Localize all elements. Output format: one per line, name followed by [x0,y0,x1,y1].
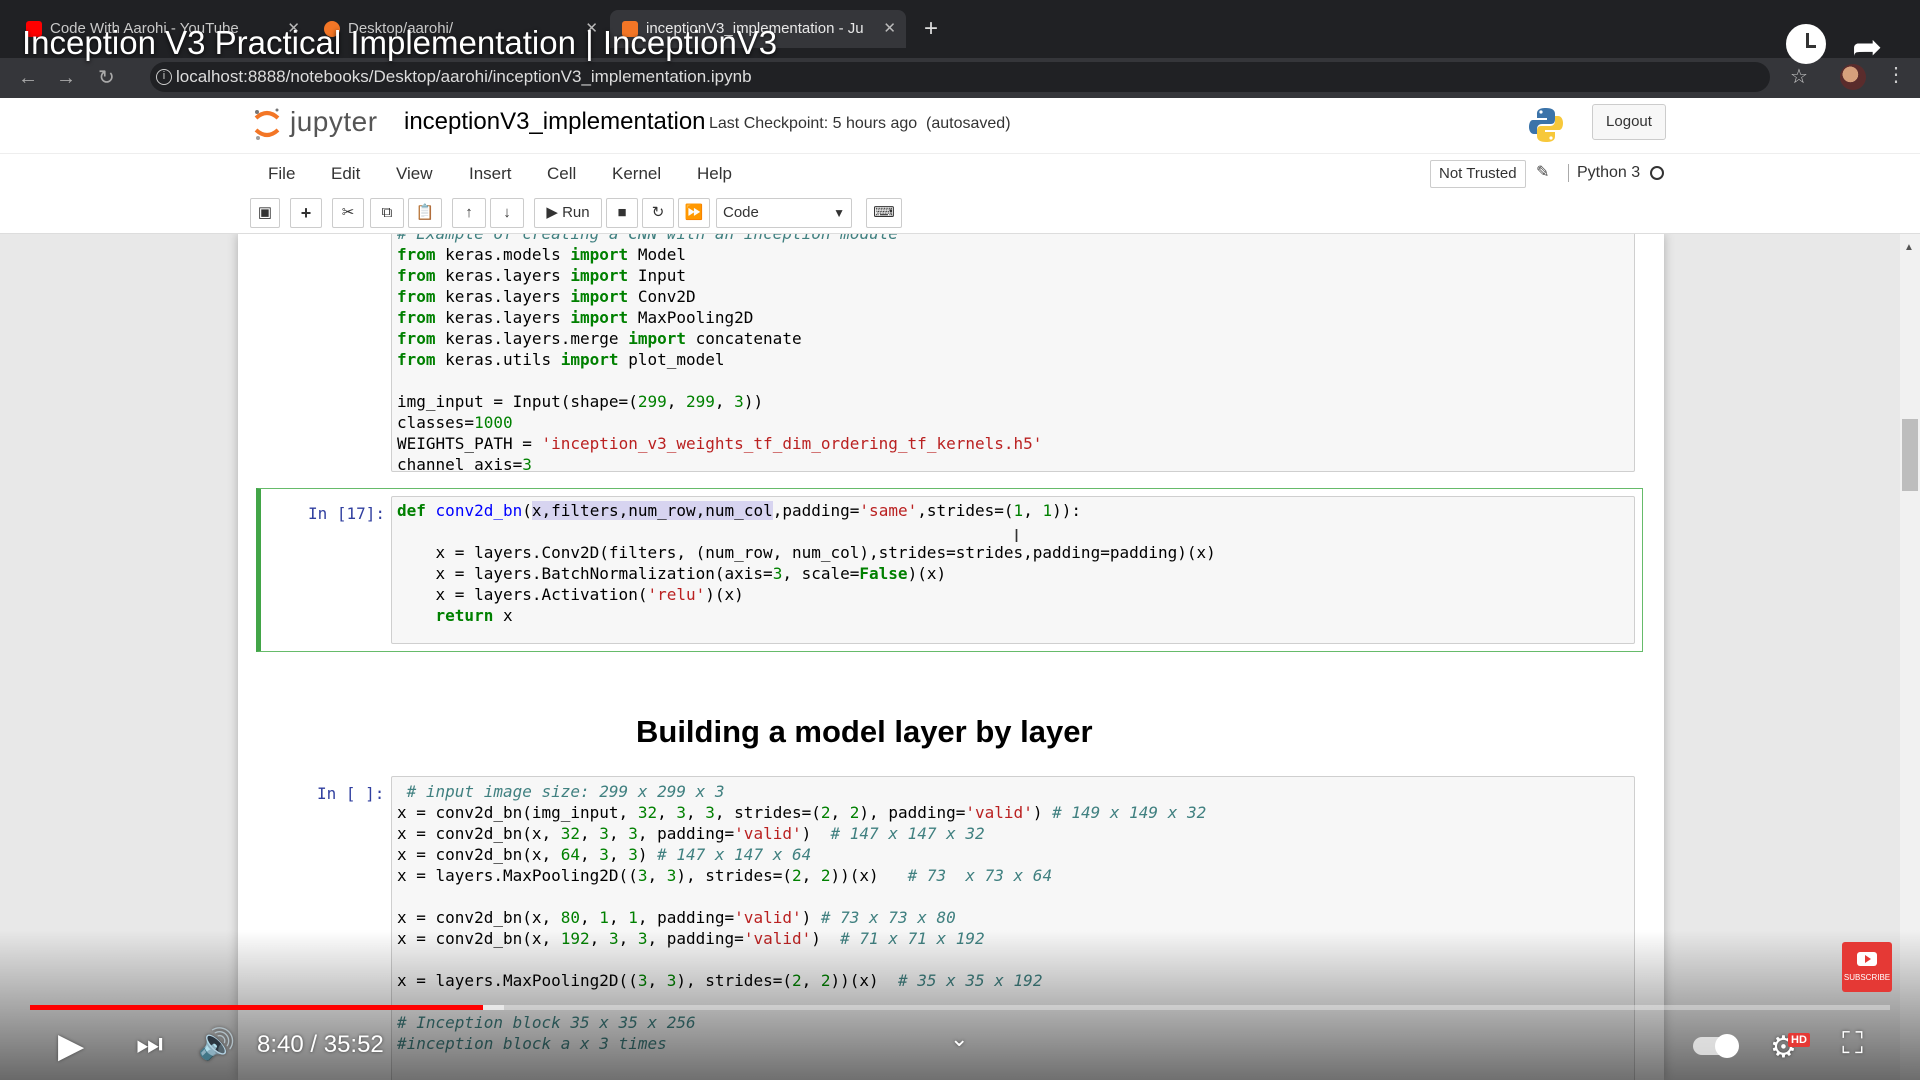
trust-button[interactable]: Not Trusted [1430,160,1526,188]
cell-prompt: In [ ]: [317,784,385,803]
hd-badge: HD [1788,1033,1810,1047]
code-line: channel_axis=3 [397,455,532,472]
menu-file[interactable]: File [268,164,295,184]
menu-help[interactable]: Help [697,164,732,184]
scroll-up-icon[interactable]: ▲ [1904,242,1914,253]
cell-prompt: In [17]: [308,504,386,523]
code-line: x = conv2d_bn(x, 64, 3, 3) # 147 x 147 x… [397,845,812,864]
menu-cell[interactable]: Cell [547,164,576,184]
subscribe-label: SUBSCRIBE [1843,973,1891,982]
back-arrow-icon[interactable]: ← [18,64,38,92]
info-icon[interactable]: i [156,69,172,85]
new-tab-icon[interactable]: + [924,14,938,44]
video-time: 8:40 / 35:52 [257,1031,384,1058]
code-line: x = layers.MaxPooling2D((3, 3), strides=… [397,866,1053,885]
reload-icon[interactable]: ↻ [98,64,115,92]
close-icon[interactable]: ✕ [883,10,896,48]
chevron-down-icon: ▼ [833,206,845,220]
exit-fullscreen-icon[interactable]: ⛶ [1842,1027,1863,1061]
python-logo-icon [1529,108,1563,142]
autoplay-toggle[interactable] [1693,1034,1739,1058]
code-line: from keras.layers import MaxPooling2D [397,308,754,327]
code-line: x = layers.BatchNormalization(axis=3, sc… [397,564,947,583]
video-title[interactable]: Inception V3 Practical Implementation | … [22,24,777,62]
markdown-heading[interactable]: Building a model layer by layer [636,714,1093,750]
checkpoint-text: Last Checkpoint: 5 hours ago [709,115,918,132]
code-line: x = conv2d_bn(img_input, 32, 3, 3, strid… [397,803,1207,822]
notebook-menubar: File Edit View Insert Cell Kernel Help N… [0,153,1920,193]
run-label: Run [562,204,590,221]
progress-played [30,1005,483,1010]
youtube-logo-icon [1857,952,1877,966]
pencil-icon[interactable]: ✎ [1536,162,1549,182]
notebook-toolbar: ▣ + ✂ ⧉ 📋 ↑ ↓ ▶ Run ■ ↻ ⏩ Code ▼ ⌨ [0,193,1920,234]
stop-icon[interactable]: ■ [606,198,638,228]
menu-insert[interactable]: Insert [469,164,512,184]
code-line: from keras.models import Model [397,245,686,264]
volume-icon[interactable]: 🔊 [198,1027,235,1062]
subscribe-watermark[interactable]: SUBSCRIBE [1842,942,1892,992]
url-field[interactable]: i localhost:8888/notebooks/Desktop/aaroh… [150,62,1770,92]
code-line: from keras.layers import Input [397,266,686,285]
chevron-down-icon[interactable]: ⌄ [950,1026,968,1052]
move-up-icon[interactable]: ↑ [452,198,486,228]
cell-type-value: Code [723,204,759,221]
code-line: from keras.layers.merge import concatena… [397,329,802,348]
jupyter-wordmark[interactable]: jupyter [290,106,378,138]
bookmark-star-icon[interactable]: ☆ [1790,64,1808,89]
menu-edit[interactable]: Edit [331,164,360,184]
code-line: WEIGHTS_PATH = 'inception_v3_weights_tf_… [397,434,1043,453]
jupyter-logo-icon[interactable] [252,106,282,142]
checkpoint-status: Last Checkpoint: 5 hours ago (autosaved) [709,115,1011,133]
text-cursor-icon: I [1014,526,1020,546]
notebook-name[interactable]: inceptionV3_implementation [404,108,706,136]
code-line: return x [435,606,513,625]
logout-button[interactable]: Logout [1592,104,1666,140]
toggle-knob [1715,1034,1739,1058]
code-line: x = layers.Activation('relu')(x) [397,585,744,604]
restart-icon[interactable]: ↻ [642,198,674,228]
menu-view[interactable]: View [396,164,433,184]
cell-type-select[interactable]: Code ▼ [716,198,852,228]
fast-forward-icon[interactable]: ⏩ [678,198,710,228]
code-line: from keras.layers import Conv2D [397,287,696,306]
code-cell-conv2d-bn[interactable]: def conv2d_bn(x,filters,num_row,num_col,… [391,496,1635,644]
share-icon[interactable]: ➦ [1852,26,1882,68]
scrollbar-thumb[interactable] [1902,419,1918,491]
code-line: img_input = Input(shape=(299, 299, 3)) [397,392,764,411]
code-line: # Example of creating a CNN with an ince… [397,234,1634,244]
video-progress-bar[interactable] [30,1005,1890,1010]
code-line: x = conv2d_bn(x, 80, 1, 1, padding='vali… [397,908,956,927]
code-cell-imports[interactable]: # Example of creating a CNN with an ince… [391,234,1635,472]
keyboard-icon[interactable]: ⌨ [866,198,902,228]
run-button[interactable]: ▶ Run [534,198,602,228]
jupyter-header: jupyter inceptionV3_implementation Last … [0,98,1920,153]
code-line: classes=1000 [397,413,513,432]
play-icon: ▶ [546,204,558,221]
code-line: from keras.utils import plot_model [397,350,725,369]
play-icon[interactable]: ▶ [58,1026,84,1066]
cut-icon[interactable]: ✂ [332,198,364,228]
code-line: x = conv2d_bn(x, 32, 3, 3, padding='vali… [397,824,985,843]
forward-arrow-icon[interactable]: → [56,64,76,92]
url-text: localhost:8888/notebooks/Desktop/aarohi/… [176,67,752,86]
copy-icon[interactable]: ⧉ [370,198,404,228]
save-icon[interactable]: ▣ [250,198,280,228]
paste-icon[interactable]: 📋 [408,198,442,228]
move-down-icon[interactable]: ↓ [490,198,524,228]
watch-later-icon[interactable] [1786,24,1826,64]
code-line: # input image size: 299 x 299 x 3 [397,782,725,801]
insert-cell-icon[interactable]: + [290,198,322,228]
next-video-icon[interactable]: ⏭ [136,1028,163,1062]
menu-kernel[interactable]: Kernel [612,164,661,184]
autosave-text: (autosaved) [926,115,1011,132]
code-line: def conv2d_bn(x,filters,num_row,num_col,… [397,501,1081,520]
more-menu-icon[interactable]: ⋮ [1886,62,1906,87]
kernel-idle-indicator-icon [1650,166,1664,180]
kernel-name[interactable]: Python 3 [1568,164,1640,182]
browser-address-bar: ← → ↻ i localhost:8888/notebooks/Desktop… [0,58,1920,98]
